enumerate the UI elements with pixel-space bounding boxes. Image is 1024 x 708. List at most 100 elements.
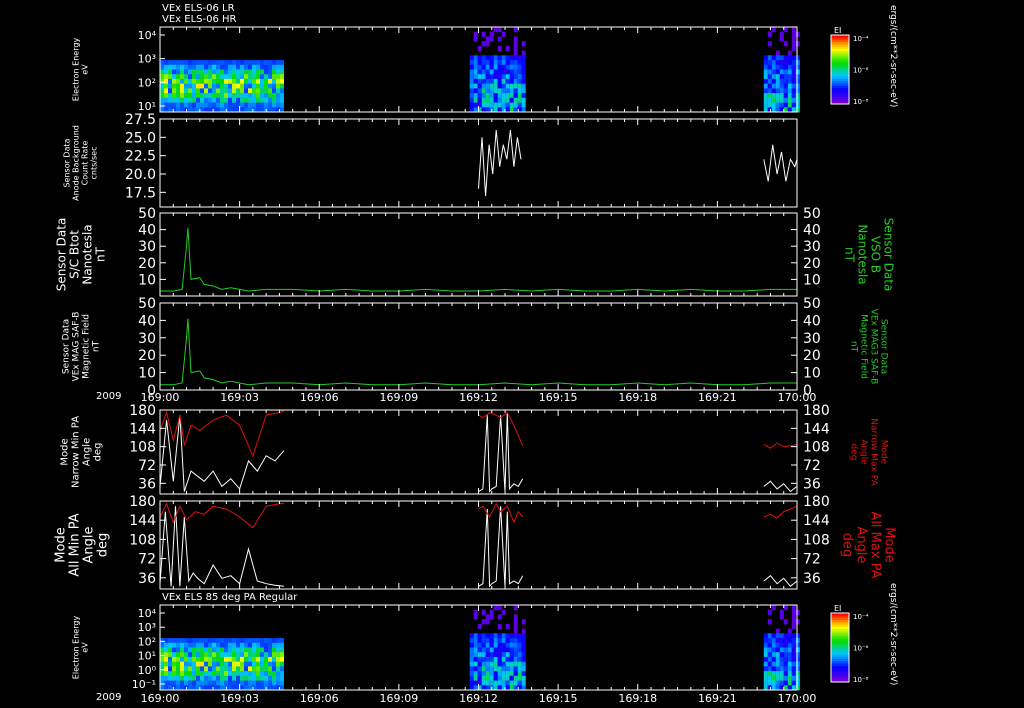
heatmap-cell-0 [513, 97, 518, 103]
heatmap-cell-6 [176, 656, 180, 663]
heatmap-cell-0 [220, 83, 224, 89]
heatmap-cell-6 [240, 671, 244, 677]
heatmap-cell-0 [228, 97, 232, 103]
heatmap-cell-0 [485, 41, 490, 47]
heatmap-cell-6 [473, 661, 478, 667]
heatmap-cell-0 [763, 88, 768, 94]
y-axis-label-4: Mode Narrow Min PA Angle deg [60, 416, 104, 488]
heatmap-cell-6 [280, 647, 284, 653]
heatmap-cell-6 [767, 647, 772, 653]
heatmap-cell-0 [771, 55, 776, 61]
heatmap-cell-0 [196, 83, 200, 89]
heatmap-cell-0 [501, 93, 506, 99]
heatmap-cell-0 [521, 97, 526, 103]
heatmap-cell-0 [481, 69, 486, 75]
heatmap-cell-0 [493, 88, 498, 94]
heatmap-cell-6 [260, 647, 264, 653]
heatmap-cell-0 [477, 55, 482, 61]
heatmap-cell-0 [192, 69, 196, 75]
heatmap-cell-6 [485, 680, 490, 686]
heatmap-cell-6 [268, 652, 272, 658]
heatmap-cell-6 [795, 609, 800, 615]
heatmap-cell-0 [513, 45, 518, 52]
heatmap-cell-6 [216, 638, 220, 644]
heatmap-cell-6 [220, 652, 224, 658]
heatmap-cell-6 [775, 671, 780, 677]
heatmap-cell-0 [501, 74, 506, 80]
heatmap-cell-6 [779, 671, 784, 677]
heatmap-cell-0 [795, 60, 800, 66]
y-tick-label-6: 10¹ [138, 650, 156, 663]
heatmap-cell-0 [200, 60, 204, 66]
heatmap-cell-6 [204, 675, 208, 681]
heatmap-cell-0 [176, 83, 180, 89]
heatmap-cell-6 [473, 652, 478, 658]
heatmap-cell-0 [204, 64, 208, 70]
colorbar-tick-6: 10⁻⁴ [853, 613, 869, 621]
heatmap-cell-0 [771, 83, 776, 89]
heatmap-cell-6 [493, 671, 498, 677]
heatmap-cell-6 [513, 680, 518, 686]
heatmap-cell-0 [481, 41, 486, 47]
heatmap-cell-0 [196, 88, 200, 94]
right-axis-label-line: nT [849, 341, 859, 353]
heatmap-cell-6 [204, 661, 208, 667]
heatmap-cell-6 [791, 619, 796, 625]
heatmap-cell-6 [481, 619, 486, 625]
heatmap-cell-0 [200, 102, 204, 108]
heatmap-cell-6 [513, 628, 518, 634]
heatmap-cell-6 [212, 638, 216, 644]
heatmap-cell-6 [505, 652, 510, 658]
y-axis-label-line: S/C Btot [68, 230, 82, 279]
heatmap-cell-0 [497, 69, 502, 75]
heatmap-cell-0 [521, 55, 526, 61]
heatmap-cell-6 [208, 638, 212, 644]
heatmap-cell-6 [176, 666, 180, 672]
heatmap-cell-6 [260, 675, 264, 681]
heatmap-cell-6 [200, 638, 204, 644]
series-line-4-5 [763, 442, 798, 449]
heatmap-cell-0 [509, 60, 514, 66]
heatmap-cell-0 [513, 36, 518, 42]
heatmap-cell-6 [497, 614, 502, 620]
heatmap-cell-6 [767, 656, 772, 663]
y-tick-label-right-2: 50 [803, 206, 821, 222]
heatmap-cell-0 [176, 88, 180, 94]
heatmap-cell-0 [509, 69, 514, 75]
heatmap-cell-6 [779, 642, 784, 648]
heatmap-cell-0 [489, 36, 494, 42]
heatmap-cell-0 [268, 97, 272, 103]
heatmap-cell-6 [200, 666, 204, 672]
heatmap-cell-0 [172, 83, 176, 89]
heatmap-cell-6 [481, 656, 486, 663]
right-axis-label-line: Sensor Data [882, 218, 896, 292]
heatmap-cell-0 [497, 74, 502, 80]
heatmap-cell-6 [164, 647, 168, 653]
heatmap-cell-6 [200, 675, 204, 681]
heatmap-cell-0 [517, 64, 522, 70]
y-axis-label-line: Sensor Data [62, 319, 72, 374]
heatmap-cell-0 [196, 102, 200, 108]
heatmap-cell-6 [208, 642, 212, 648]
y-axis-label-line: Angle [82, 527, 97, 564]
heatmap-cell-6 [204, 671, 208, 677]
heatmap-cell-0 [795, 41, 800, 47]
heatmap-cell-6 [775, 661, 780, 667]
heatmap-cell-0 [200, 78, 204, 85]
heatmap-cell-0 [224, 93, 228, 99]
time-tick-label-1: 169:12 [459, 692, 498, 705]
y-axis-label-1: Sensor Data Anode Background Count Rate cnt… [63, 125, 99, 201]
heatmap-cell-6 [272, 661, 276, 667]
heatmap-cell-6 [787, 680, 792, 686]
heatmap-cell-0 [771, 74, 776, 80]
heatmap-cell-6 [469, 642, 474, 648]
heatmap-cell-0 [212, 88, 216, 94]
heatmap-cell-0 [493, 60, 498, 66]
heatmap-cell-6 [192, 642, 196, 648]
heatmap-cell-0 [775, 83, 780, 89]
heatmap-cell-6 [787, 628, 792, 634]
heatmap-cell-6 [763, 647, 768, 653]
heatmap-cell-0 [212, 64, 216, 70]
heatmap-cell-0 [196, 78, 200, 85]
heatmap-cell-0 [509, 93, 514, 99]
